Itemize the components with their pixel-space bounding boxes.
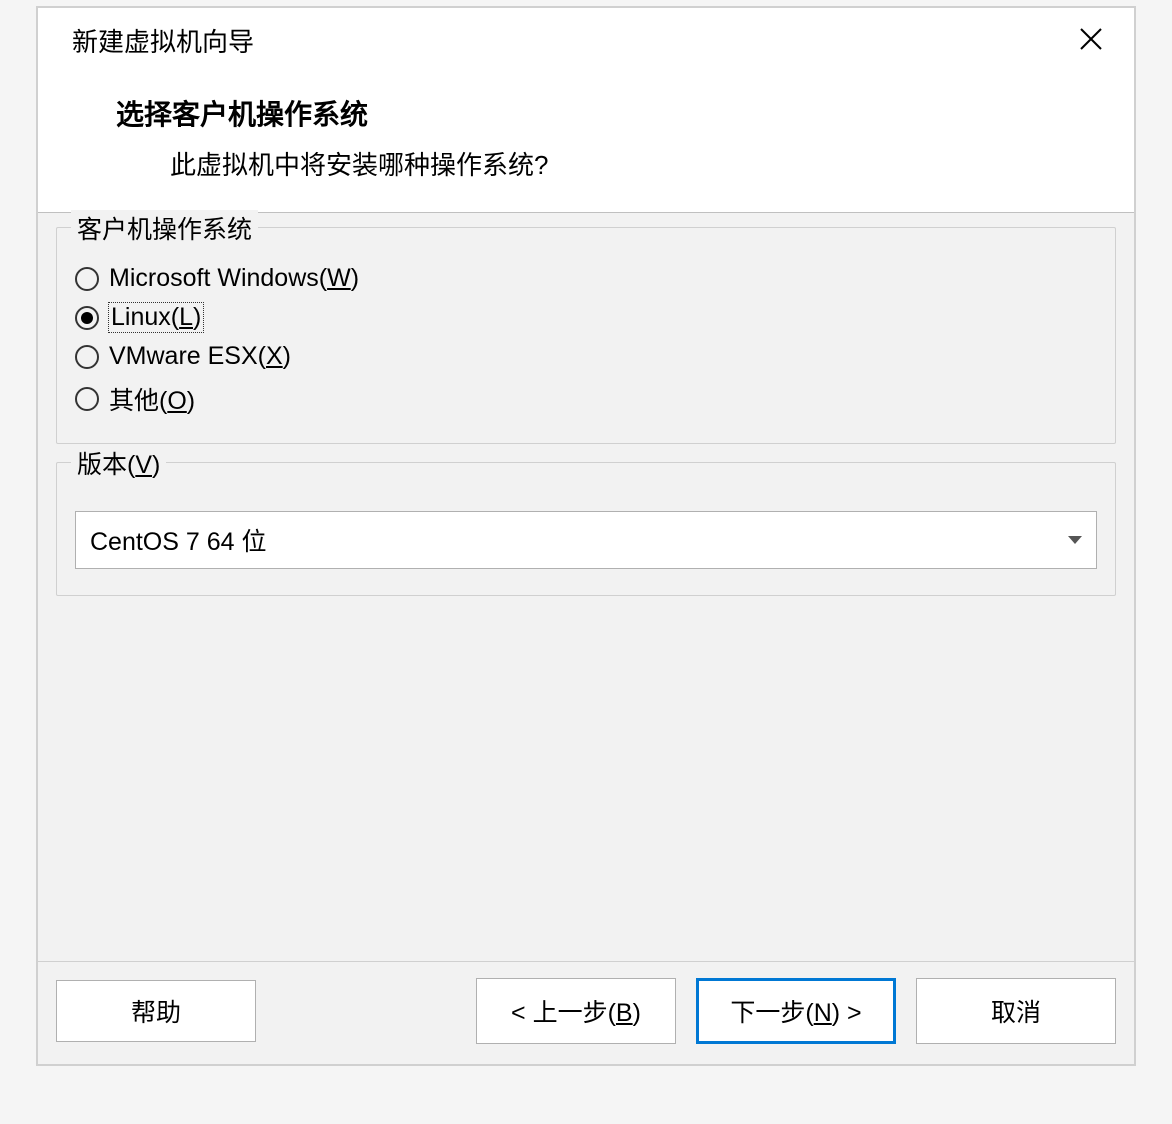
radio-label: Microsoft Windows(W) xyxy=(109,264,359,293)
button-bar: 帮助 < 上一步(B) 下一步(N) > 取消 xyxy=(38,961,1134,1064)
chevron-down-icon xyxy=(1068,536,1082,544)
version-fieldset: 版本(V) CentOS 7 64 位 xyxy=(56,462,1116,596)
radio-icon xyxy=(75,387,99,411)
nav-button-group: < 上一步(B) 下一步(N) > 取消 xyxy=(476,978,1116,1044)
version-legend: 版本(V) xyxy=(71,445,166,481)
dialog-title: 新建虚拟机向导 xyxy=(72,22,254,59)
content-spacer xyxy=(56,614,1116,947)
help-button[interactable]: 帮助 xyxy=(56,980,256,1042)
radio-label: Linux(L) xyxy=(109,303,203,332)
version-select[interactable]: CentOS 7 64 位 xyxy=(75,511,1097,569)
radio-item-other[interactable]: 其他(O) xyxy=(75,381,1097,417)
titlebar: 新建虚拟机向导 xyxy=(38,8,1134,73)
guest-os-radio-group: Microsoft Windows(W) Linux(L) VMware ESX… xyxy=(75,256,1097,417)
guest-os-fieldset: 客户机操作系统 Microsoft Windows(W) Linux(L) VM… xyxy=(56,227,1116,444)
page-subtitle: 此虚拟机中将安装哪种操作系统? xyxy=(116,145,1100,182)
header-section: 选择客户机操作系统 此虚拟机中将安装哪种操作系统? xyxy=(38,73,1134,212)
radio-icon xyxy=(75,267,99,291)
version-select-container: CentOS 7 64 位 xyxy=(75,491,1097,569)
radio-label: VMware ESX(X) xyxy=(109,342,291,371)
next-button[interactable]: 下一步(N) > xyxy=(696,978,896,1044)
cancel-button[interactable]: 取消 xyxy=(916,978,1116,1044)
version-select-value: CentOS 7 64 位 xyxy=(90,522,266,558)
radio-label: 其他(O) xyxy=(109,381,195,417)
radio-icon xyxy=(75,345,99,369)
radio-item-windows[interactable]: Microsoft Windows(W) xyxy=(75,264,1097,293)
guest-os-legend: 客户机操作系统 xyxy=(71,210,258,246)
radio-item-vmware-esx[interactable]: VMware ESX(X) xyxy=(75,342,1097,371)
back-button[interactable]: < 上一步(B) xyxy=(476,978,676,1044)
content-area: 客户机操作系统 Microsoft Windows(W) Linux(L) VM… xyxy=(38,213,1134,961)
radio-item-linux[interactable]: Linux(L) xyxy=(75,303,1097,332)
page-title: 选择客户机操作系统 xyxy=(116,93,1100,133)
close-icon[interactable] xyxy=(1068,25,1114,57)
radio-icon xyxy=(75,306,99,330)
wizard-dialog: 新建虚拟机向导 选择客户机操作系统 此虚拟机中将安装哪种操作系统? 客户机操作系… xyxy=(36,6,1136,1066)
